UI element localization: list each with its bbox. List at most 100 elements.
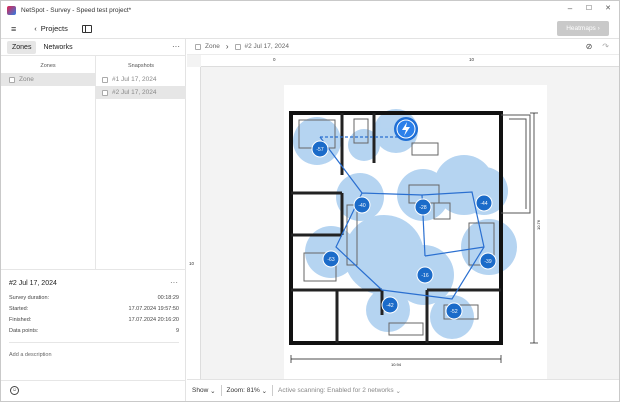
- back-to-projects-button[interactable]: ‹ Projects: [34, 24, 68, 33]
- ruler-label: 10: [189, 261, 195, 266]
- title-bar: NetSpot - Survey - Speed test project* –…: [1, 1, 619, 19]
- heatmaps-label: Heatmaps: [566, 25, 596, 32]
- minimize-button[interactable]: –: [563, 4, 577, 13]
- snapshot-item-selected[interactable]: #2 Jul 17, 2024: [96, 86, 186, 99]
- ruler-label: 0: [273, 57, 276, 62]
- info-value: 9: [175, 328, 179, 334]
- checkbox-icon: [195, 43, 201, 50]
- checkbox-icon[interactable]: [102, 76, 108, 83]
- width-dimension-label: 10.94: [391, 362, 402, 367]
- zones-snapshots-columns: Zones Zone Snapshots #1 Jul 17, 2024 #2 …: [1, 56, 186, 270]
- snapshot-title: #2 Jul 17, 2024: [9, 280, 57, 287]
- measurement-point[interactable]: -63: [322, 250, 340, 268]
- snapshot-label: #2 Jul 17, 2024: [112, 89, 157, 96]
- app-window: NetSpot - Survey - Speed test project* –…: [0, 0, 620, 402]
- measurement-point[interactable]: -52: [445, 302, 463, 320]
- info-label: Survey duration:: [9, 295, 50, 301]
- info-row: Survey duration: 00:18:29: [9, 295, 179, 301]
- back-label: Projects: [40, 24, 68, 33]
- breadcrumb-snapshot-label: #2 Jul 17, 2024: [244, 43, 289, 50]
- left-footer: ☺: [1, 380, 186, 401]
- scanning-dropdown[interactable]: Active scanning: Enabled for 2 networks …: [273, 387, 406, 395]
- checkbox-icon[interactable]: [102, 89, 108, 96]
- measurement-point-label: -52: [450, 309, 457, 315]
- tab-networks[interactable]: Networks: [38, 41, 77, 54]
- status-bar: Show ⌄ Zoom: 81% ⌄ Active scanning: Enab…: [187, 379, 619, 401]
- zones-column: Zones Zone: [1, 56, 96, 270]
- add-description-link[interactable]: Add a description: [9, 352, 52, 358]
- close-button[interactable]: ✕: [601, 4, 615, 12]
- main-toolbar: ≡ ‹ Projects Heatmaps ›: [1, 19, 619, 39]
- measurement-point-label: -40: [358, 203, 365, 209]
- chevron-right-icon: ›: [597, 25, 600, 32]
- zone-item[interactable]: Zone: [1, 73, 95, 86]
- more-options-icon[interactable]: ···: [172, 42, 180, 51]
- maximize-button[interactable]: ☐: [582, 4, 596, 12]
- info-label: Finished:: [9, 317, 32, 323]
- measurement-point-label: -63: [327, 257, 334, 263]
- snapshots-header: Snapshots: [128, 63, 154, 69]
- menu-icon[interactable]: ≡: [11, 24, 16, 34]
- measurement-point-label: -39: [484, 259, 491, 265]
- breadcrumb-snapshot[interactable]: #2 Jul 17, 2024: [234, 43, 289, 50]
- heatmap-coverage: [293, 109, 517, 339]
- chevron-down-icon: ⌄: [395, 387, 401, 395]
- snapshot-info: #2 Jul 17, 2024 ··· Survey duration: 00:1…: [1, 270, 186, 380]
- breadcrumb-zone[interactable]: Zone: [195, 43, 220, 50]
- breadcrumb: Zone › #2 Jul 17, 2024 ⊘ ↷: [187, 39, 619, 55]
- measurement-point[interactable]: -57: [311, 140, 329, 158]
- netspot-logo-icon: [7, 5, 16, 15]
- zones-header: Zones: [40, 63, 56, 69]
- toggle-sidebar-icon[interactable]: [81, 24, 92, 33]
- chevron-left-icon: ‹: [34, 24, 37, 33]
- checkbox-icon: [234, 43, 241, 50]
- zoom-label: Zoom: 81%: [226, 387, 260, 394]
- info-row: Started: 17.07.2024 19:57:50: [9, 306, 179, 312]
- left-panel: Zones Networks ··· Zones Zone Snapshots …: [1, 39, 186, 401]
- feedback-smiley-icon[interactable]: ☺: [10, 386, 19, 395]
- info-label: Data points:: [9, 328, 39, 334]
- checkbox-icon[interactable]: [9, 76, 15, 83]
- vertical-ruler: 10: [187, 67, 201, 379]
- zoom-dropdown[interactable]: Zoom: 81% ⌄: [222, 387, 273, 395]
- info-row: Data points: 9: [9, 328, 179, 334]
- map-canvas[interactable]: 0 10 10 10.94 10.76 -57 -40 -28 -44 -63 …: [187, 55, 619, 379]
- scanning-label: Active scanning: Enabled for 2 networks: [278, 387, 394, 394]
- router-marker: [394, 117, 418, 141]
- chevron-right-icon: ›: [225, 42, 229, 51]
- info-value: 00:18:29: [157, 295, 179, 301]
- info-label: Started:: [9, 306, 29, 312]
- snapshots-column: Snapshots #1 Jul 17, 2024 #2 Jul 17, 202…: [96, 56, 186, 270]
- no-entry-icon[interactable]: ⊘: [586, 42, 593, 51]
- floor-plan: 10.94 10.76 -57 -40 -28 -44 -63 -39 -16 …: [284, 85, 547, 379]
- window-title: NetSpot - Survey - Speed test project*: [21, 6, 132, 14]
- chevron-down-icon: ⌄: [210, 387, 216, 395]
- measurement-point-label: -44: [480, 201, 487, 207]
- map-panel: Zone › #2 Jul 17, 2024 ⊘ ↷ 0 10 10 10.94…: [187, 39, 619, 401]
- tab-zones[interactable]: Zones: [7, 40, 37, 54]
- measurement-point[interactable]: -39: [479, 252, 497, 270]
- more-options-icon[interactable]: ···: [170, 278, 178, 287]
- divider: [9, 342, 179, 343]
- snapshot-item[interactable]: #1 Jul 17, 2024: [96, 73, 186, 86]
- measurement-point[interactable]: -16: [416, 266, 434, 284]
- show-label: Show: [192, 387, 209, 394]
- snapshot-label: #1 Jul 17, 2024: [112, 76, 157, 83]
- measurement-point-label: -16: [421, 273, 428, 279]
- breadcrumb-zone-label: Zone: [205, 43, 220, 50]
- info-row: Finished: 17.07.2024 20:16:20: [9, 317, 179, 323]
- measurement-point[interactable]: -42: [381, 296, 399, 314]
- redo-icon[interactable]: ↷: [602, 42, 609, 51]
- measurement-point-label: -42: [386, 303, 393, 309]
- show-dropdown[interactable]: Show ⌄: [187, 387, 221, 395]
- measurement-point[interactable]: -28: [414, 198, 432, 216]
- height-dimension-label: 10.76: [536, 219, 541, 230]
- measurement-point-label: -28: [419, 205, 426, 211]
- measurement-point[interactable]: -40: [353, 196, 371, 214]
- left-tabs: Zones Networks ···: [1, 39, 186, 56]
- chevron-down-icon: ⌄: [261, 387, 268, 395]
- ruler-label: 10: [469, 57, 475, 62]
- measurement-point[interactable]: -44: [475, 194, 493, 212]
- heatmaps-button[interactable]: Heatmaps ›: [557, 21, 609, 36]
- info-value: 17.07.2024 20:16:20: [128, 317, 179, 323]
